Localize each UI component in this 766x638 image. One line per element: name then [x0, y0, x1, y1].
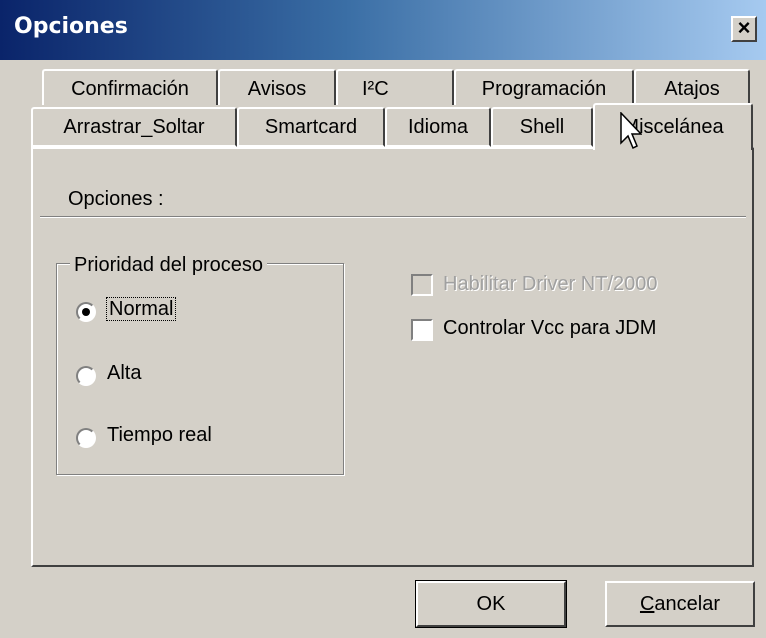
tab-atajos[interactable]: Atajos — [634, 69, 750, 105]
tab-shell[interactable]: Shell — [491, 107, 593, 147]
cancel-button[interactable]: Cancelar — [605, 581, 755, 627]
ok-button-label: OK — [476, 593, 506, 615]
tab-smartcard[interactable]: Smartcard — [237, 107, 385, 147]
tab-label: Arrastrar_Soltar — [63, 116, 205, 138]
checkbox-habilitar-driver[interactable] — [411, 274, 433, 296]
checkbox-controlar-vcc[interactable] — [411, 319, 433, 341]
tab-label: Shell — [519, 116, 565, 138]
close-button[interactable]: × — [731, 16, 757, 42]
checkbox-label-habilitar-driver: Habilitar Driver NT/2000 — [443, 273, 658, 295]
radio-label-alta[interactable]: Alta — [107, 362, 141, 385]
ok-button[interactable]: OK — [415, 580, 567, 628]
tab-label: Smartcard — [264, 116, 358, 138]
close-icon: × — [737, 15, 751, 40]
cancel-button-label: ancelar — [654, 593, 721, 615]
tab-programacion[interactable]: Programación — [454, 69, 634, 105]
tab-label: Confirmación — [71, 78, 189, 100]
section-label: Opciones : — [68, 188, 164, 210]
radio-label-normal-text: Normal — [106, 297, 177, 321]
tab-confirmacion[interactable]: Confirmación — [42, 69, 218, 105]
radio-label-normal[interactable]: Normal — [106, 297, 177, 321]
tab-i2c[interactable]: I²C — [336, 69, 454, 105]
tab-label: Atajos — [664, 78, 720, 100]
tab-miscelanea[interactable]: Miscelánea — [593, 103, 753, 150]
tab-idioma[interactable]: Idioma — [385, 107, 491, 147]
radio-label-tiempo-real[interactable]: Tiempo real — [107, 424, 212, 447]
cancel-mnemonic: C — [639, 593, 655, 615]
tab-label: Programación — [481, 78, 607, 100]
window-title: Opciones — [14, 14, 128, 39]
tab-arrastrar-soltar[interactable]: Arrastrar_Soltar — [31, 107, 237, 147]
tab-avisos[interactable]: Avisos — [218, 69, 336, 105]
radio-tiempo-real[interactable] — [76, 428, 96, 448]
radio-alta[interactable] — [76, 366, 96, 386]
mouse-pointer-icon — [620, 112, 642, 150]
priority-group-title: Prioridad del proceso — [70, 254, 267, 277]
radio-normal[interactable] — [76, 302, 96, 322]
tab-label: Avisos — [247, 78, 307, 100]
separator — [40, 216, 746, 218]
tab-label: I²C — [362, 78, 389, 100]
tab-label: Idioma — [407, 116, 469, 138]
checkbox-label-controlar-vcc[interactable]: Controlar Vcc para JDM — [443, 317, 656, 340]
